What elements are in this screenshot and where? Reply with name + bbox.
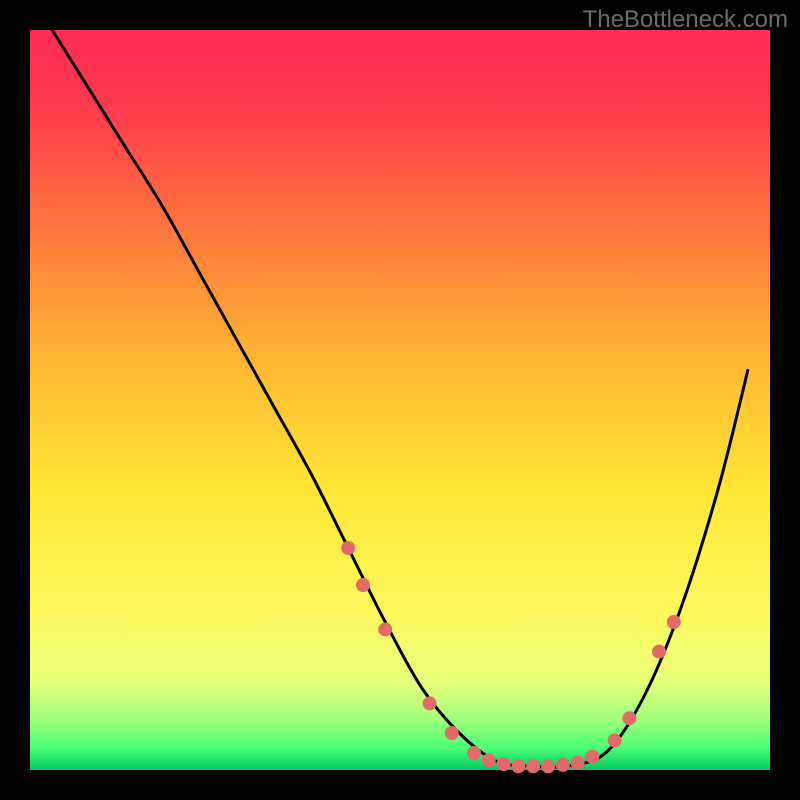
highlight-dot (571, 756, 585, 770)
watermark-text: TheBottleneck.com (583, 6, 788, 34)
highlight-dot (482, 753, 496, 767)
highlight-dot (585, 750, 599, 764)
highlight-dot (541, 759, 555, 773)
highlight-dot (378, 622, 392, 636)
plot-background (30, 30, 770, 770)
highlight-dot (423, 696, 437, 710)
highlight-dot (526, 759, 540, 773)
highlight-dot (667, 615, 681, 629)
highlight-dot (511, 759, 525, 773)
highlight-dot (341, 541, 355, 555)
highlight-dot (356, 578, 370, 592)
highlight-dot (445, 726, 459, 740)
highlight-dot (467, 746, 481, 760)
chart-container: TheBottleneck.com (0, 0, 800, 800)
highlight-dot (497, 757, 511, 771)
chart-svg (0, 0, 800, 800)
highlight-dot (556, 758, 570, 772)
highlight-dot (622, 711, 636, 725)
highlight-dot (652, 645, 666, 659)
highlight-dot (608, 733, 622, 747)
